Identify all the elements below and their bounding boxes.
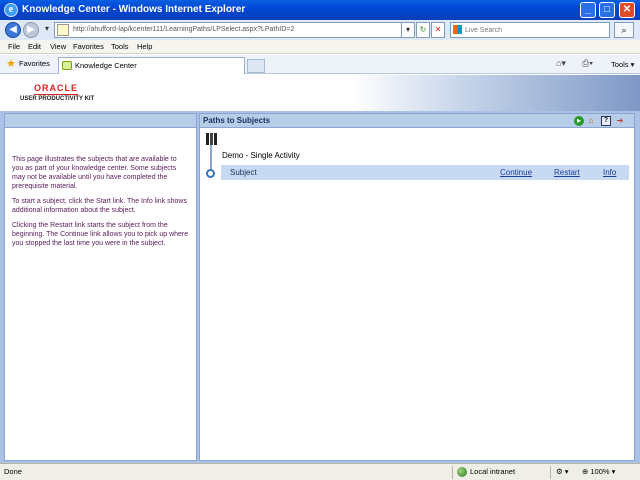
product-name: USER PRODUCTIVITY KIT xyxy=(20,96,95,102)
menu-view[interactable]: View xyxy=(50,42,66,51)
star-icon: ★ xyxy=(6,58,16,70)
favorites-button[interactable]: ★ Favorites xyxy=(3,57,54,72)
security-zone: Local intranet xyxy=(470,467,516,476)
subject-row: Subject Continue Restart Info xyxy=(221,165,629,180)
window-title: Knowledge Center - Windows Internet Expl… xyxy=(22,4,246,15)
address-dropdown-icon[interactable]: ▾ xyxy=(401,22,415,38)
tab-label: Knowledge Center xyxy=(75,61,137,70)
home-icon[interactable]: ⌂ xyxy=(586,116,596,126)
ie-icon: e xyxy=(4,3,18,17)
globe-icon xyxy=(457,467,467,477)
print-icon[interactable]: ⎙▾ xyxy=(582,58,593,69)
refresh-icon[interactable]: ↻ xyxy=(416,22,430,38)
instruction-paragraph: This page illustrates the subjects that … xyxy=(12,156,177,190)
continue-link[interactable]: Continue xyxy=(500,168,532,177)
instructions-panel: This page illustrates the subjects that … xyxy=(4,113,197,461)
status-separator xyxy=(550,466,551,479)
restart-link[interactable]: Restart xyxy=(554,168,580,177)
live-search-icon xyxy=(453,25,462,34)
book-icon xyxy=(206,133,218,145)
search-box[interactable] xyxy=(450,22,610,38)
menu-favorites[interactable]: Favorites xyxy=(73,42,104,51)
exit-icon[interactable]: ➔ xyxy=(615,116,625,126)
minimize-button[interactable]: _ xyxy=(580,2,596,18)
tab-page-icon xyxy=(62,61,72,70)
tools-menu-button[interactable]: Tools ▾ xyxy=(611,60,634,69)
menu-help[interactable]: Help xyxy=(137,42,152,51)
subject-bullet-icon xyxy=(206,169,215,178)
paths-header: Paths to Subjects ▸ ⌂ ? ➔ xyxy=(200,114,634,128)
address-url[interactable]: http://ahufford-lap/kcenter111/LearningP… xyxy=(73,26,294,33)
new-tab-button[interactable] xyxy=(247,59,265,73)
search-input[interactable] xyxy=(465,24,605,36)
oracle-banner: ORACLE USER PRODUCTIVITY KIT xyxy=(0,75,640,111)
subject-name: Subject xyxy=(230,168,257,177)
info-link[interactable]: Info xyxy=(603,168,616,177)
zoom-control[interactable]: ⊕ 100% ▾ xyxy=(582,467,615,476)
address-row: ◀ ▶ ▾ http://ahufford-lap/kcenter111/Lea… xyxy=(0,20,640,40)
back-icon[interactable]: ◀ xyxy=(5,22,21,38)
menu-edit[interactable]: Edit xyxy=(28,42,41,51)
forward-icon[interactable]: ▶ xyxy=(23,22,39,38)
page-icon xyxy=(57,24,69,36)
favorites-label: Favorites xyxy=(19,59,50,68)
instruction-paragraph: To start a subject, click the Start link… xyxy=(12,198,187,214)
title-bar: e Knowledge Center - Windows Internet Ex… xyxy=(0,0,640,20)
status-text: Done xyxy=(4,467,22,476)
address-bar[interactable]: http://ahufford-lap/kcenter111/LearningP… xyxy=(54,22,414,38)
menu-file[interactable]: File xyxy=(8,42,20,51)
recent-pages-chevron-icon[interactable]: ▾ xyxy=(40,22,54,38)
instructions-header xyxy=(5,114,196,128)
status-bar: Done Local intranet ⚙ ▾ ⊕ 100% ▾ xyxy=(0,463,640,480)
status-separator xyxy=(452,466,453,479)
start-icon[interactable]: ▸ xyxy=(574,116,584,126)
path-name: Demo - Single Activity xyxy=(222,151,300,160)
page-content: ORACLE USER PRODUCTIVITY KIT This page i… xyxy=(0,75,640,463)
stop-icon[interactable]: ✕ xyxy=(431,22,445,38)
tab-knowledge-center[interactable]: Knowledge Center xyxy=(58,57,245,74)
close-button[interactable]: ✕ xyxy=(619,2,635,18)
menu-tools[interactable]: Tools xyxy=(111,42,129,51)
maximize-button[interactable]: □ xyxy=(599,2,615,18)
home-icon[interactable]: ⌂▾ xyxy=(556,58,566,69)
oracle-logo: ORACLE xyxy=(34,83,78,95)
paths-title: Paths to Subjects xyxy=(203,116,271,125)
paths-panel: Paths to Subjects ▸ ⌂ ? ➔ Demo - Single … xyxy=(199,113,635,461)
search-icon[interactable]: ⌕ xyxy=(614,22,634,38)
help-icon[interactable]: ? xyxy=(601,116,611,126)
menu-bar: File Edit View Favorites Tools Help xyxy=(0,40,640,54)
instruction-paragraph: Clicking the Restart link starts the sub… xyxy=(12,222,189,247)
favorites-bar: ★ Favorites Knowledge Center ⌂▾ ⎙▾ Tools… xyxy=(0,55,640,74)
protected-mode-icon[interactable]: ⚙ ▾ xyxy=(556,467,569,476)
